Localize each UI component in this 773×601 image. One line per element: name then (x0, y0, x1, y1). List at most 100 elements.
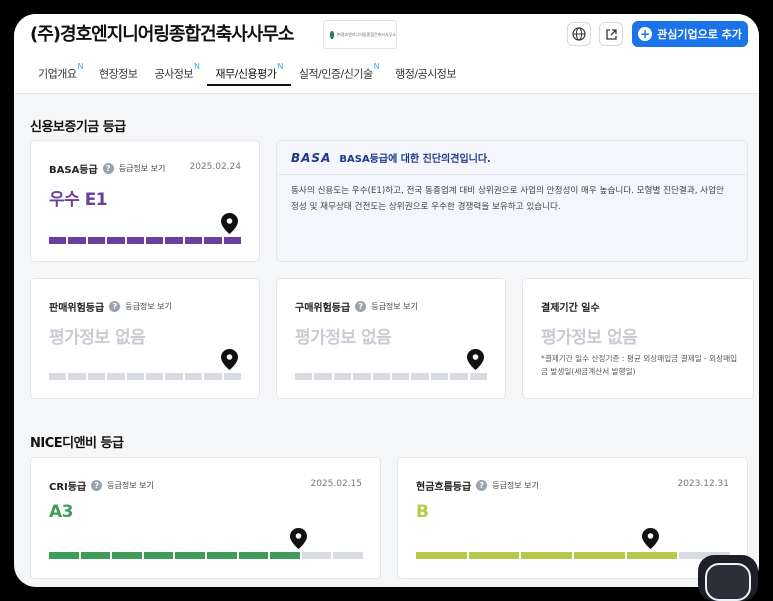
grade-label: BASA등급 (49, 165, 98, 176)
grade-bar-segment (411, 373, 429, 380)
new-badge: N (193, 62, 200, 71)
basa-opinion-panel: BASA BASA등급에 대한 진단의견입니다. 동사의 신용도는 우수(E1)… (276, 140, 748, 262)
grade-label: 구매위험등급 (295, 303, 351, 314)
opinion-header: BASA BASA등급에 대한 진단의견입니다. (277, 141, 747, 175)
grade-bar-segment (107, 237, 125, 244)
grade-value: B (416, 502, 429, 522)
card-label: 구매위험등급 ? 등급정보 보기 (295, 299, 418, 314)
tab-company-overview[interactable]: 기업개요N (30, 60, 91, 86)
location-pin-icon (642, 528, 659, 553)
settlement-days-card: 결제기간 일수 평가정보 없음 *결제기간 일수 산정기준 : 평균 외상매입금… (522, 278, 754, 399)
help-icon[interactable]: ? (476, 480, 488, 491)
grade-value: A3 (49, 502, 74, 522)
company-logo: ㈜경호엔지니어링종합건축사사무소 (323, 20, 397, 49)
grade-bar-segment (112, 552, 142, 559)
grade-value: 평가정보 없음 (295, 328, 392, 348)
grade-bar (49, 237, 242, 244)
help-icon[interactable]: ? (102, 163, 114, 174)
grade-bar-segment (204, 237, 222, 244)
grade-bar-segment (49, 552, 79, 559)
grade-bar-segment (223, 237, 242, 244)
grade-bar-segment (270, 552, 300, 559)
grade-value: 평가정보 없음 (541, 328, 638, 348)
grade-bar-segment (353, 373, 371, 380)
grade-bar-segment (107, 373, 125, 380)
grade-bar-segment (68, 373, 86, 380)
globe-button[interactable] (567, 22, 591, 46)
grade-bar-segment (450, 373, 468, 380)
tab-label: 기업개요 (38, 67, 77, 81)
grade-bar-segment (184, 237, 203, 244)
purchase-risk-card: 구매위험등급 ? 등급정보 보기 평가정보 없음 (276, 278, 506, 399)
location-pin-icon (290, 528, 307, 553)
add-favorite-button[interactable]: + 관심기업으로 추가 (632, 21, 748, 47)
app-frame: (주)경호엔지니어링종합건축사사무소 ㈜경호엔지니어링종합건축사사무소 + 관심… (14, 14, 759, 587)
grade-label: 현금흐름등급 (416, 482, 472, 493)
location-pin-icon (221, 349, 238, 374)
opinion-body: 동사의 신용도는 우수(E1)하고, 전국 동종업계 대비 상위권으로 사업의 … (291, 186, 724, 212)
sales-risk-card: 판매위험등급 ? 등급정보 보기 평가정보 없음 (30, 278, 260, 399)
tab-construction-info[interactable]: 공사정보N (146, 60, 207, 86)
grade-bar-segment (143, 552, 174, 559)
external-link-icon (605, 28, 617, 40)
company-name: (주)경호엔지니어링종합건축사사무소 (30, 24, 294, 45)
grade-bar-segment (295, 373, 313, 380)
location-pin-icon (467, 349, 484, 374)
grade-label: CRI등급 (49, 482, 87, 493)
help-icon[interactable]: ? (91, 480, 103, 491)
grade-value: 우수 E1 (49, 190, 108, 210)
grade-info-link[interactable]: 등급정보 보기 (371, 301, 418, 312)
grade-bar-segment (416, 552, 467, 559)
share-button[interactable] (599, 22, 623, 46)
grade-bar-segment (68, 237, 86, 244)
grade-info-link[interactable]: 등급정보 보기 (107, 480, 154, 491)
section-title-kodit: 신용보증기금 등급 (30, 120, 126, 135)
location-pin-icon (221, 213, 238, 238)
basa-logo: BASA (291, 150, 332, 165)
plus-icon: + (638, 27, 653, 41)
grade-bar-segment (146, 373, 164, 380)
grade-bar-segment (80, 552, 111, 559)
grade-bar-segment (49, 237, 67, 244)
grade-bar-segment (126, 373, 145, 380)
grade-bar-segment (626, 552, 678, 559)
basa-grade-card: BASA등급 ? 등급정보 보기 2025.02.24 우수 E1 (30, 140, 260, 262)
opinion-title: BASA등급에 대한 진단의견입니다. (339, 154, 491, 165)
help-icon[interactable]: ? (109, 301, 121, 312)
grade-bar-segment (175, 552, 205, 559)
grade-bar-segment (469, 373, 488, 380)
grade-bar-segment (223, 373, 242, 380)
tab-label: 재무/신용평가 (215, 67, 277, 81)
grade-bar-segment (574, 552, 625, 559)
logo-text: ㈜경호엔지니어링종합건축사사무소 (336, 31, 396, 37)
grade-bar-segment (146, 237, 164, 244)
grade-label: 결제기간 일수 (541, 303, 600, 314)
grade-bar-segment (165, 237, 183, 244)
grade-date: 2025.02.15 (310, 479, 362, 489)
card-label: BASA등급 ? 등급정보 보기 (49, 161, 165, 176)
grade-bar (49, 373, 242, 380)
grade-bar-segment (333, 552, 363, 559)
help-icon[interactable]: ? (355, 301, 367, 312)
tab-bar: 기업개요N 현장정보 공사정보N 재무/신용평가N 실적/인증/신기술N 행정/… (30, 60, 465, 86)
grade-date: 2025.02.24 (189, 162, 241, 172)
section-title-nice: NICE디앤비 등급 (30, 436, 124, 451)
grade-label: 판매위험등급 (49, 303, 105, 314)
grade-bar-segment (372, 373, 391, 380)
new-badge: N (373, 62, 380, 71)
tab-administration[interactable]: 행정/공시정보 (387, 60, 465, 86)
card-label: 판매위험등급 ? 등급정보 보기 (49, 299, 172, 314)
tab-finance-credit[interactable]: 재무/신용평가N (207, 60, 291, 86)
grade-bar-segment (87, 373, 106, 380)
grade-info-link[interactable]: 등급정보 보기 (125, 301, 172, 312)
grade-bar (295, 373, 488, 380)
grade-bar-segment (165, 373, 183, 380)
tab-site-info[interactable]: 현장정보 (91, 60, 146, 86)
grade-info-link[interactable]: 등급정보 보기 (119, 163, 166, 174)
tab-performance[interactable]: 실적/인증/신기술N (291, 60, 387, 86)
tab-label: 실적/인증/신기술 (298, 67, 373, 81)
new-badge: N (77, 62, 83, 71)
grade-info-link[interactable]: 등급정보 보기 (492, 480, 539, 491)
new-badge: N (277, 62, 283, 71)
grade-bar-segment (49, 373, 67, 380)
